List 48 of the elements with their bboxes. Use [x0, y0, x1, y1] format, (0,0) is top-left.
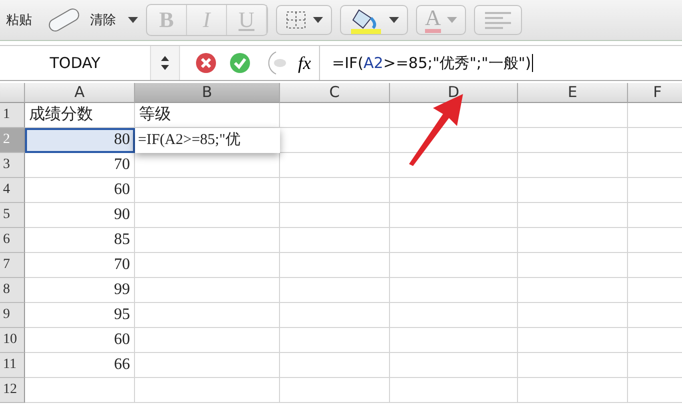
fill-color-button[interactable] — [340, 5, 408, 35]
align-left-icon — [482, 10, 513, 30]
stepper-button[interactable] — [150, 46, 180, 80]
clear-button[interactable]: 清除 — [40, 3, 120, 37]
formula-field[interactable]: =IF(A2>=85;"优秀";"一般") — [320, 54, 682, 72]
table-cell: 成绩分数 — [25, 103, 135, 128]
table-cell: 60 — [25, 178, 135, 203]
table-cell: 60 — [25, 328, 135, 353]
caret-icon — [446, 16, 457, 24]
column-header[interactable]: E — [518, 83, 628, 103]
row-header[interactable]: 3 — [0, 153, 25, 178]
row-header[interactable]: 4 — [0, 178, 25, 203]
row-header[interactable]: 7 — [0, 253, 25, 278]
row-header[interactable]: 8 — [0, 278, 25, 303]
row-header[interactable]: 9 — [0, 303, 25, 328]
column-header[interactable]: F — [628, 83, 682, 103]
column-header[interactable]: C — [280, 83, 390, 103]
row-header[interactable]: 5 — [0, 203, 25, 228]
table-cell: 80 — [25, 128, 135, 153]
select-all-corner[interactable] — [0, 83, 25, 103]
caret-icon[interactable] — [128, 16, 138, 24]
table-cell: 等级 — [135, 103, 280, 128]
paste-label[interactable]: 粘贴 — [6, 11, 32, 29]
row-header[interactable]: 11 — [0, 353, 25, 378]
function-button[interactable]: fx — [290, 46, 320, 80]
row-header[interactable]: 12 — [0, 378, 25, 403]
name-box[interactable]: TODAY — [0, 54, 150, 72]
table-cell: 95 — [25, 303, 135, 328]
borders-button[interactable] — [276, 5, 332, 35]
table-cell: 85 — [25, 228, 135, 253]
cell-editor[interactable]: =IF(A2>=85;"优 — [135, 128, 280, 153]
caret-icon — [389, 16, 399, 24]
table-cell: 66 — [25, 353, 135, 378]
row-header[interactable]: 1 — [0, 103, 25, 128]
caret-icon — [313, 16, 323, 24]
up-down-icon — [160, 55, 170, 71]
column-header[interactable]: B — [135, 83, 280, 103]
table-cell: 70 — [25, 253, 135, 278]
table-cell: 70 — [25, 153, 135, 178]
column-header[interactable]: A — [25, 83, 135, 103]
row-header[interactable]: 6 — [0, 228, 25, 253]
confirm-icon[interactable] — [228, 51, 252, 75]
table-cell: 99 — [25, 278, 135, 303]
row-header[interactable]: 10 — [0, 328, 25, 353]
cancel-icon[interactable] — [194, 51, 218, 75]
column-header[interactable]: D — [390, 83, 518, 103]
table-cell: 90 — [25, 203, 135, 228]
borders-icon — [285, 10, 307, 30]
